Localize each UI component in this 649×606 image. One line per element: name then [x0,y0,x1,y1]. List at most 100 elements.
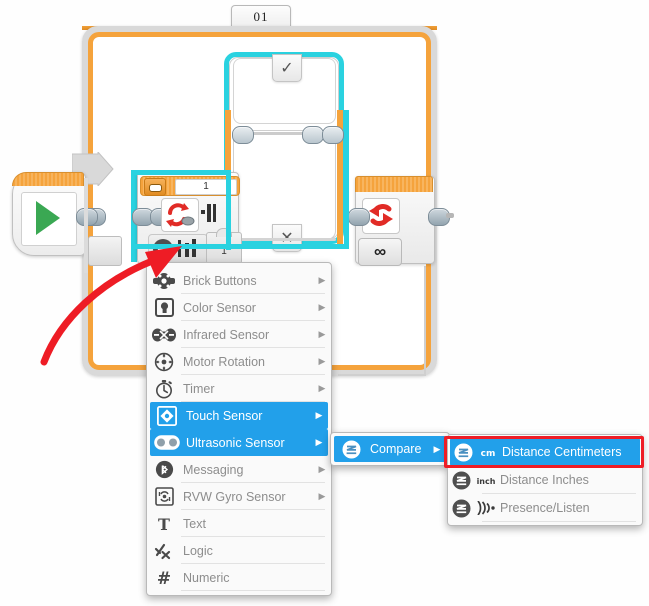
loop-count-label: ∞ [373,242,387,261]
menu-item-icon [150,402,184,429]
switch-plug-right[interactable] [322,126,344,144]
menu-item-icon [147,456,181,483]
menu-item-logic[interactable]: Logic [147,537,331,564]
menu-item-icon: # [147,564,181,591]
menu-item-icon [147,375,181,402]
menu-item-label: Brick Buttons [183,273,257,288]
start-block-header [12,172,84,186]
ultrasonic-badge-icon [454,443,473,462]
chevron-right-icon: ▶ [318,491,326,501]
rotation-icon [166,203,195,227]
menu-item-distance-centimeters[interactable]: cm Distance Centimeters [450,438,640,466]
switch-case-true-tab[interactable]: ✓ [272,54,302,82]
program-tab-01[interactable]: 01 [231,5,291,28]
increase-bars-icon [201,204,216,222]
chevron-right-icon: ▶ [318,464,326,474]
menu-item-numeric[interactable]: # Numeric [147,564,331,591]
messaging-icon [155,460,174,479]
menu-item-label: Color Sensor [183,300,256,315]
loop-count-button[interactable]: ∞ [358,238,402,266]
loop-bottom-wire [338,374,426,376]
unit-inch-icon: inch [475,473,497,487]
switch-selection-left-rail [226,170,231,250]
switch-plug-left[interactable] [232,126,254,144]
menu-item-label: Infrared Sensor [183,327,270,342]
menu-item-label: RVW Gyro Sensor [183,489,286,504]
switch-plug-mid[interactable] [302,126,324,144]
numeric-icon: # [155,569,173,587]
program-tab-label: 01 [253,9,269,24]
loop-end-block-header [355,176,433,192]
unit-waves-icon [475,501,497,515]
play-icon [36,201,60,235]
ultrasonic-badge-icon [452,499,471,518]
chevron-right-icon: ▶ [318,356,326,366]
ultrasonic-badge-icon [342,440,361,459]
svg-text:#: # [157,569,171,587]
unit-cm-icon: cm [478,445,498,459]
loop-end-plug-in[interactable] [348,208,370,226]
menu-item-distance-inches[interactable]: inch Distance Inches [448,466,642,494]
menu-item-compare[interactable]: Compare ▶ [334,436,446,462]
chevron-right-icon: ▶ [318,383,326,393]
chevron-right-icon: ▶ [315,410,323,420]
chevron-right-icon: ▶ [315,437,323,447]
ev3-program-canvas: 01 ✓ ✕ 1 [0,0,649,606]
chevron-right-icon: ▶ [433,443,441,454]
submenu-ultrasonic-modes[interactable]: cm Distance Centimeters inch Distance In… [447,434,643,526]
menu-item-label: Compare [370,442,422,456]
menu-item-label: Text [183,516,206,531]
switch-selection-right-rail [344,110,349,246]
menu-item-icon: T [147,510,181,537]
menu-item-timer[interactable]: Timer ▶ [147,375,331,402]
svg-text:cm: cm [481,449,496,459]
switch-selection-bottom-rail [224,244,349,249]
menu-item-ultrasonic-sensor[interactable]: Ultrasonic Sensor ▶ [150,429,328,456]
menu-separator [482,521,636,522]
svg-text:inch: inch [477,477,496,486]
timer-icon [154,379,174,399]
wait-selection-top-rail [131,170,231,175]
menu-item-label: Distance Centimeters [502,445,622,459]
menu-item-label: Touch Sensor [186,408,263,423]
ultrasonic-badge-icon [452,471,471,490]
chevron-right-icon: ▶ [318,275,326,285]
menu-item-presence-listen[interactable]: Presence/Listen [448,494,642,522]
menu-item-label: Logic [183,543,213,558]
red-curved-arrow [40,246,182,366]
switch-bottom-edge [233,238,336,241]
menu-item-rvw-gyro-sensor[interactable]: RVW Gyro Sensor ▶ [147,483,331,510]
menu-item-text[interactable]: T Text [147,510,331,537]
menu-item-label: Distance Inches [500,473,589,487]
menu-item-icon [448,467,474,494]
chevron-right-icon: ▶ [318,329,326,339]
switch-case-true-label: ✓ [280,60,294,77]
logic-icon [154,542,174,560]
menu-item-unit-icon [474,501,498,515]
menu-item-icon [448,495,474,522]
menu-item-icon [334,436,368,463]
port-selector-icon[interactable] [144,178,166,196]
menu-item-label: Ultrasonic Sensor [186,435,285,450]
submenu-compare[interactable]: Compare ▶ [330,432,450,466]
menu-item-messaging[interactable]: Messaging ▶ [147,456,331,483]
loop-end-nub [446,213,454,218]
menu-item-label: Messaging [183,462,244,477]
svg-text:T: T [158,515,170,533]
text-icon: T [155,515,173,533]
menu-item-label: Numeric [183,570,230,585]
menu-item-label: Motor Rotation [183,354,265,369]
menu-item-icon [147,537,181,564]
menu-item-touch-sensor[interactable]: Touch Sensor ▶ [150,402,328,429]
menu-item-label: Presence/Listen [500,501,590,515]
menu-item-unit-icon: inch [474,473,498,487]
loop-return-wire [424,266,426,376]
chevron-right-icon: ▶ [318,302,326,312]
menu-item-unit-icon: cm [476,445,500,459]
touch-sensor-icon [157,405,177,426]
menu-item-icon [450,439,476,466]
menu-item-label: Timer [183,381,215,396]
rotation-mode-box[interactable] [161,198,199,232]
menu-item-icon [150,429,184,456]
gyro-sensor-icon [154,487,174,506]
